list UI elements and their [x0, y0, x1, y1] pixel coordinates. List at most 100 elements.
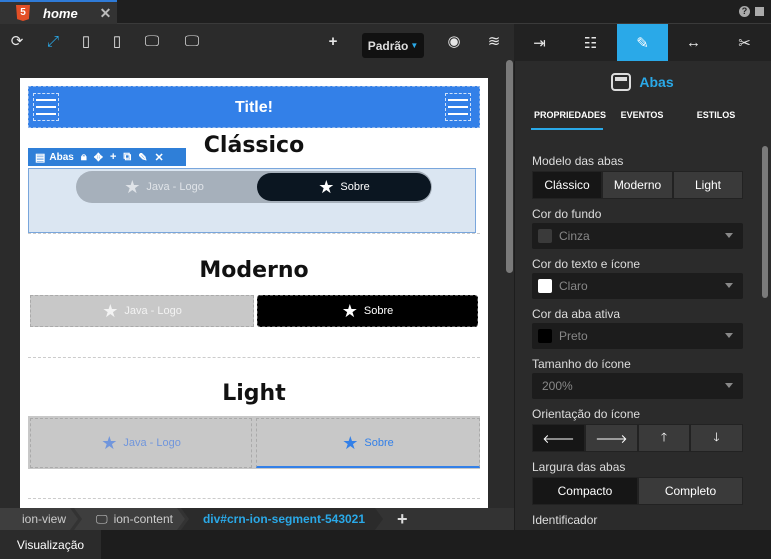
database-icon[interactable]: ≋	[485, 34, 503, 49]
add-icon[interactable]: +	[110, 151, 116, 163]
resize-icon[interactable]: ↔	[668, 24, 719, 61]
icon-size-select[interactable]: 200%	[532, 373, 743, 399]
tabs-icon: ▤	[35, 151, 46, 164]
help-icon[interactable]: ?	[739, 6, 750, 17]
segment-button-java[interactable]: ★ Java - Logo	[30, 418, 252, 468]
add-icon[interactable]: +	[324, 34, 342, 49]
segment-button-sobre[interactable]: ★ Sobre	[256, 418, 480, 468]
crumb-ion-content[interactable]: 🖵 ion-content	[74, 508, 185, 530]
bottom-bar	[0, 530, 771, 559]
section-title-light: Light	[222, 381, 286, 406]
tab-styles[interactable]: ESTILOS	[690, 110, 742, 120]
html5-icon: 5	[16, 5, 30, 21]
option-complete[interactable]: Completo	[638, 477, 743, 505]
tab-width-label: Largura das abas	[532, 460, 626, 474]
mode-label: Padrão	[367, 38, 409, 53]
option-modern[interactable]: Moderno	[602, 171, 673, 199]
active-tab-indicator	[531, 128, 603, 130]
segment-label: Java - Logo	[124, 305, 182, 317]
segment-button-sobre[interactable]: ★ Sobre	[257, 173, 431, 201]
mode-dropdown[interactable]: Padrão ▼	[362, 33, 424, 58]
segment-button-java[interactable]: ★ Java - Logo	[76, 171, 252, 203]
chevron-down-icon	[725, 233, 733, 238]
maximize-icon[interactable]	[755, 7, 764, 16]
panel-scrollbar[interactable]	[762, 146, 768, 298]
move-icon[interactable]: ✥	[94, 151, 103, 164]
visibility-icon[interactable]: ◉	[445, 34, 463, 49]
section-title-modern: Moderno	[199, 258, 309, 283]
component-toolbar[interactable]: ▤ Abas 🔒︎ ✥ + ⧉ ✎ ✕	[28, 148, 186, 166]
active-color-label: Cor da aba ativa	[532, 307, 621, 321]
arrow-down-icon[interactable]: 🡓	[690, 424, 743, 452]
segment-light[interactable]: ★ Java - Logo ★ Sobre	[28, 416, 480, 469]
option-classic[interactable]: Clássico	[532, 171, 602, 199]
segment-label: Sobre	[364, 436, 394, 449]
phone-small-icon[interactable]: ▯	[77, 34, 95, 49]
tab-width-selector: Compacto Completo	[532, 477, 743, 505]
star-icon: ★	[341, 301, 358, 321]
tab-events[interactable]: EVENTOS	[614, 110, 670, 120]
star-icon: ★	[318, 177, 335, 197]
monitor-icon[interactable]: 🖵	[183, 34, 201, 49]
device-toolbar: ⟳ ⤢ ▯ ▯ 🖵 🖵 + ◉ ≋	[0, 24, 514, 61]
divider	[28, 233, 480, 234]
tab-preview[interactable]: Visualização	[0, 530, 101, 559]
crumb-label: ion-content	[113, 512, 173, 526]
tab-properties[interactable]: PROPRIEDADES	[534, 110, 606, 120]
bg-color-select[interactable]: Cinza	[532, 223, 743, 249]
star-icon: ★	[124, 177, 141, 197]
tab-style-label: Modelo das abas	[532, 154, 624, 168]
tree-icon[interactable]: ☷	[565, 24, 616, 61]
text-color-label: Cor do texto e ícone	[532, 257, 641, 271]
ion-header-bar[interactable]: Title!	[28, 86, 480, 128]
copy-icon[interactable]: ⧉	[123, 151, 131, 164]
color-swatch	[538, 279, 552, 293]
pencil-icon[interactable]: ✎	[617, 24, 668, 61]
component-label: Abas	[49, 151, 74, 163]
select-value: Cinza	[559, 229, 590, 243]
segment-button-sobre[interactable]: ★ Sobre	[257, 295, 478, 327]
chevron-down-icon	[725, 333, 733, 338]
divider	[28, 357, 480, 358]
identifier-label: Identificador	[532, 513, 598, 527]
text-color-select[interactable]: Claro	[532, 273, 743, 299]
login-icon[interactable]: ⇥	[514, 24, 565, 61]
magic-icon[interactable]: ✎	[138, 151, 147, 164]
segment-label: Java - Logo	[146, 181, 204, 193]
segment-classic: ★ Java - Logo ★ Sobre	[76, 171, 432, 203]
panel-toolbar: ⇥ ☷ ✎ ↔ ✂	[514, 24, 771, 61]
segment-modern[interactable]: ★ Java - Logo ★ Sobre	[28, 295, 478, 328]
select-value: Preto	[559, 329, 588, 343]
option-light[interactable]: Light	[673, 171, 743, 199]
segment-label: Java - Logo	[123, 437, 181, 449]
segment-classic-container[interactable]: ★ Java - Logo ★ Sobre	[28, 168, 476, 233]
divider	[28, 498, 480, 499]
close-tab-icon[interactable]: ✕	[100, 5, 112, 22]
crumb-segment[interactable]: div#crn-ion-segment-543021	[181, 508, 383, 530]
arrow-left-icon[interactable]: 🡐	[532, 424, 585, 452]
active-color-select[interactable]: Preto	[532, 323, 743, 349]
crumb-ion-view[interactable]: ion-view	[0, 508, 78, 530]
lock-icon[interactable]: 🔒︎	[81, 151, 87, 164]
refresh-icon[interactable]: ⟳	[8, 34, 26, 49]
segment-button-java[interactable]: ★ Java - Logo	[30, 295, 254, 327]
device-preview: Title! Clássico ▤ Abas 🔒︎ ✥ + ⧉ ✎ ✕ ★ Jav…	[20, 78, 488, 518]
star-icon: ★	[101, 433, 118, 453]
arrow-up-icon[interactable]: 🡑	[638, 424, 690, 452]
phone-large-icon[interactable]: ▯	[108, 34, 126, 49]
tab-home[interactable]: 5 home ✕	[0, 0, 117, 24]
segment-label: Sobre	[340, 181, 370, 193]
select-value: Claro	[559, 279, 588, 293]
add-icon[interactable]: +	[397, 509, 408, 530]
arrow-right-icon[interactable]: 🡒	[585, 424, 638, 452]
canvas-scrollbar[interactable]	[506, 60, 513, 273]
star-icon: ★	[342, 432, 359, 453]
delete-icon[interactable]: ✕	[154, 151, 163, 164]
expand-icon[interactable]: ⤢	[44, 34, 62, 49]
bg-color-label: Cor do fundo	[532, 207, 602, 221]
menu-right-icon[interactable]	[445, 93, 471, 121]
option-compact[interactable]: Compacto	[532, 477, 638, 505]
desktop-icon[interactable]: 🖵	[143, 34, 161, 49]
monitor-icon: 🖵	[96, 511, 108, 526]
tools-icon[interactable]: ✂	[719, 24, 770, 61]
